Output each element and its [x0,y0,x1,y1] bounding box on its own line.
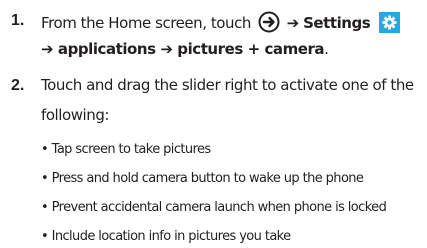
step-1-line-2: ➔ applications ➔ pictures + camera. [41,40,329,58]
bullet-glyph: • [41,142,49,157]
step-1-line-1: From the Home screen, touch ➔ Settings [41,11,400,33]
bullet-glyph: • [41,229,49,244]
bullet-text: Tap screen to take pictures [51,142,212,157]
step-number: 1. [11,12,25,29]
step-text: From the Home screen, touch [41,14,251,32]
bullet-glyph: • [41,200,49,215]
arrow-separator: ➔ [41,40,54,58]
settings-path: applications ➔ pictures + camera [57,40,325,58]
bullet-text: Press and hold camera button to wake up … [51,171,364,186]
settings-gear-icon [378,12,400,33]
bullet-item: • Tap screen to take pictures [41,142,211,157]
bullet-item: • Press and hold camera button to wake u… [41,171,364,186]
bullet-text: Include location info in pictures you ta… [51,229,292,244]
bullet-item: • Prevent accidental camera launch when … [41,200,387,215]
step-2-line-1: Touch and drag the slider right to activ… [41,76,414,94]
bullet-item: • Include location info in pictures you … [41,229,291,244]
bullet-glyph: • [41,171,49,186]
settings-label: Settings [303,14,371,32]
sentence-period: . [324,40,329,58]
arrow-separator: ➔ [286,14,300,32]
step-2-line-2: following: [41,106,109,124]
step-number: 2. [11,77,25,94]
arrow-right-circle-icon [258,11,280,33]
bullet-text: Prevent accidental camera launch when ph… [51,200,387,215]
